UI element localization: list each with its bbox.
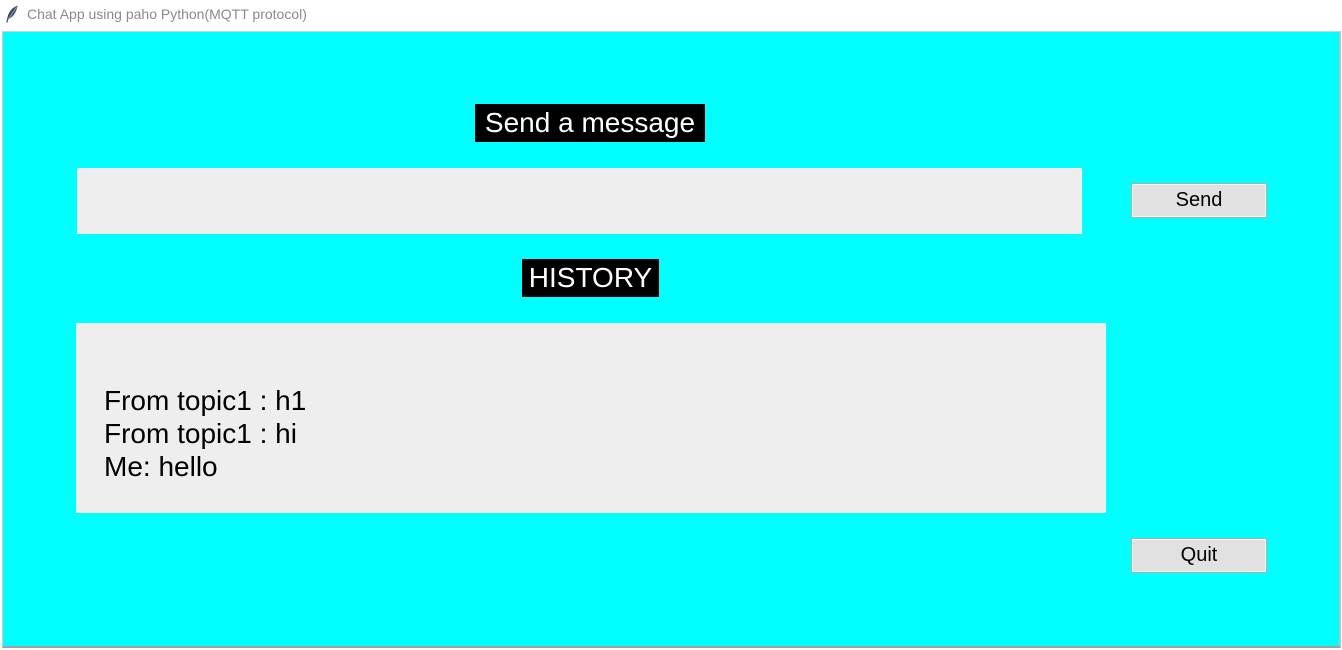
app-window: Chat App using paho Python(MQTT protocol…	[0, 0, 1342, 650]
history-text-area[interactable]: From topic1 : h1 From topic1 : hi Me: he…	[76, 323, 1106, 513]
message-input[interactable]	[77, 168, 1082, 234]
history-message: From topic1 : h1	[104, 385, 307, 416]
title-bar[interactable]: Chat App using paho Python(MQTT protocol…	[0, 0, 1342, 30]
quit-button[interactable]: Quit	[1131, 538, 1267, 573]
history-heading: HISTORY	[522, 259, 659, 297]
send-message-heading: Send a message	[475, 104, 705, 142]
window-title: Chat App using paho Python(MQTT protocol…	[27, 6, 307, 22]
history-message: From topic1 : hi	[104, 418, 297, 449]
history-message: Me: hello	[104, 451, 218, 482]
main-panel: Send a message Send HISTORY From topic1 …	[2, 31, 1341, 648]
send-button[interactable]: Send	[1131, 183, 1267, 218]
feather-icon	[5, 5, 19, 23]
